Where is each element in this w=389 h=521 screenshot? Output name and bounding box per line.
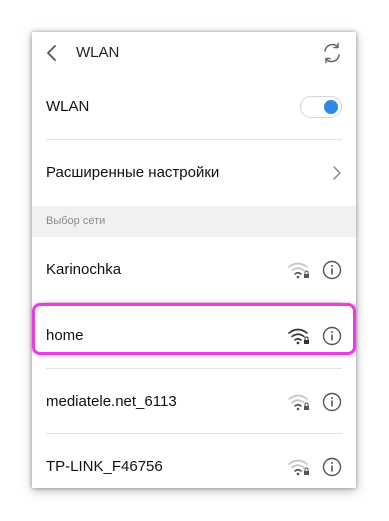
network-section-header: Выбор сети xyxy=(32,206,356,237)
network-name: mediatele.net_6113 xyxy=(46,393,177,410)
wifi-weak-locked-icon xyxy=(288,394,309,411)
chevron-right-icon xyxy=(333,166,341,180)
advanced-settings-label: Расширенные настройки xyxy=(46,164,220,181)
network-row[interactable]: mediatele.net_6113 xyxy=(32,369,356,434)
wifi-weak-locked-icon xyxy=(288,459,309,476)
top-bar: WLAN xyxy=(32,32,356,74)
wlan-switch[interactable] xyxy=(300,96,342,118)
network-row[interactable]: Karinochka xyxy=(32,237,356,302)
info-icon[interactable] xyxy=(322,457,342,477)
switch-knob xyxy=(324,100,338,114)
refresh-icon[interactable] xyxy=(321,42,343,64)
info-icon[interactable] xyxy=(322,260,342,280)
advanced-settings-row[interactable]: Расширенные настройки xyxy=(32,140,356,206)
highlight-frame xyxy=(32,303,356,355)
network-name: TP-LINK_F46756 xyxy=(46,458,163,475)
info-icon[interactable] xyxy=(322,392,342,412)
network-name: Karinochka xyxy=(46,261,122,278)
wlan-settings-panel: WLAN WLAN Расширенные настройки Выбор се… xyxy=(32,32,356,488)
back-chevron-icon[interactable] xyxy=(46,45,58,61)
wlan-toggle-row[interactable]: WLAN xyxy=(32,74,356,140)
section-label: Выбор сети xyxy=(46,215,106,227)
wlan-label: WLAN xyxy=(46,98,90,115)
wifi-weak-locked-icon xyxy=(288,262,309,279)
page-title: WLAN xyxy=(76,44,120,61)
network-row[interactable]: TP-LINK_F46756 xyxy=(32,434,356,488)
